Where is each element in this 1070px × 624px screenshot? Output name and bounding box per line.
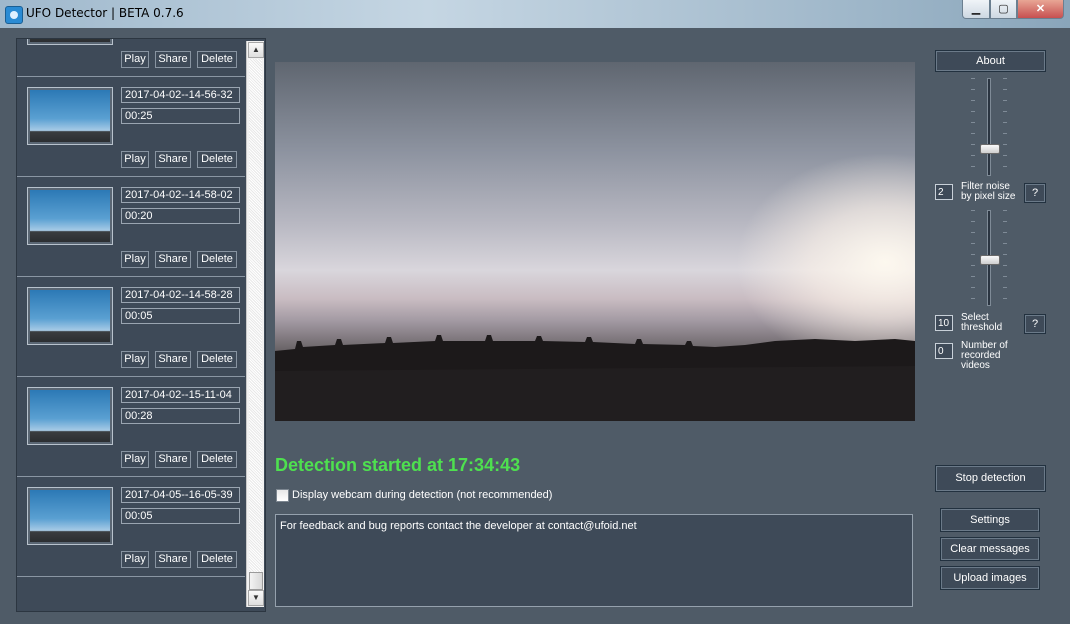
filter-noise-help-button[interactable]: ? bbox=[1024, 183, 1046, 203]
recording-thumbnail[interactable] bbox=[27, 39, 113, 45]
delete-button[interactable]: Delete bbox=[197, 51, 237, 68]
recorded-label-line2: videos bbox=[961, 360, 990, 371]
recording-timestamp: 2017-04-02--14-58-02 bbox=[121, 187, 240, 203]
title-bar: UFO Detector | BETA 0.7.6 ▁ ▢ ✕ bbox=[0, 0, 1070, 28]
slider-ticks bbox=[1003, 78, 1007, 176]
settings-button[interactable]: Settings bbox=[940, 508, 1040, 532]
recording-timestamp: 2017-04-05--16-05-39 bbox=[121, 487, 240, 503]
delete-button[interactable]: Delete bbox=[197, 351, 237, 368]
webcam-preview bbox=[275, 62, 915, 421]
play-button[interactable]: Play bbox=[121, 151, 149, 168]
thumbnail-image bbox=[30, 490, 110, 542]
app-icon bbox=[5, 6, 23, 24]
thumbnail-image bbox=[30, 39, 110, 42]
scroll-track[interactable] bbox=[249, 59, 262, 589]
delete-button[interactable]: Delete bbox=[197, 551, 237, 568]
play-button[interactable]: Play bbox=[121, 451, 149, 468]
filter-noise-value: 2 bbox=[935, 184, 953, 200]
share-button[interactable]: Share bbox=[155, 551, 191, 568]
thumbnail-image bbox=[30, 290, 110, 342]
clear-messages-button[interactable]: Clear messages bbox=[940, 537, 1040, 561]
recording-thumbnail[interactable] bbox=[27, 87, 113, 145]
window-title: UFO Detector | BETA 0.7.6 bbox=[26, 6, 184, 20]
recording-item: 2017-04-02--14-58-02 00:20 Play Share Delete bbox=[17, 177, 245, 277]
recording-thumbnail[interactable] bbox=[27, 287, 113, 345]
slider-track[interactable] bbox=[987, 78, 991, 176]
webcam-checkbox-label[interactable]: Display webcam during detection (not rec… bbox=[292, 489, 552, 501]
play-button[interactable]: Play bbox=[121, 351, 149, 368]
slider-ticks bbox=[971, 210, 975, 306]
recording-item: 2017-04-05--16-05-39 00:05 Play Share Delete bbox=[17, 477, 245, 577]
filter-noise-slider[interactable] bbox=[969, 78, 1009, 176]
recording-item: 2017-04-02--15-11-04 00:28 Play Share Delete bbox=[17, 377, 245, 477]
slider-handle[interactable] bbox=[980, 255, 1000, 265]
share-button[interactable]: Share bbox=[155, 451, 191, 468]
window-controls: ▁ ▢ ✕ bbox=[962, 0, 1064, 20]
delete-button[interactable]: Delete bbox=[197, 251, 237, 268]
maximize-button[interactable]: ▢ bbox=[990, 0, 1017, 19]
webcam-checkbox[interactable] bbox=[276, 489, 289, 502]
preview-skyline bbox=[275, 335, 915, 421]
recorded-count-value: 0 bbox=[935, 343, 953, 359]
recordings-panel: 00:09PlayShareDelete2017-04-02--14-56-32… bbox=[16, 38, 266, 612]
upload-images-button[interactable]: Upload images bbox=[940, 566, 1040, 590]
recording-thumbnail[interactable] bbox=[27, 487, 113, 545]
recording-duration: 00:25 bbox=[121, 108, 240, 124]
share-button[interactable]: Share bbox=[155, 351, 191, 368]
messages-box[interactable]: For feedback and bug reports contact the… bbox=[275, 514, 913, 607]
close-button[interactable]: ✕ bbox=[1017, 0, 1064, 19]
share-button[interactable]: Share bbox=[155, 251, 191, 268]
play-button[interactable]: Play bbox=[121, 551, 149, 568]
recordings-list: 00:09PlayShareDelete2017-04-02--14-56-32… bbox=[17, 39, 245, 577]
recording-timestamp: 2017-04-02--14-58-28 bbox=[121, 287, 240, 303]
play-button[interactable]: Play bbox=[121, 251, 149, 268]
app-window: UFO Detector | BETA 0.7.6 ▁ ▢ ✕ 00:09Pla… bbox=[0, 0, 1070, 624]
slider-handle[interactable] bbox=[980, 144, 1000, 154]
recording-thumbnail[interactable] bbox=[27, 187, 113, 245]
stop-detection-button[interactable]: Stop detection bbox=[935, 465, 1046, 492]
play-button[interactable]: Play bbox=[121, 51, 149, 68]
slider-ticks bbox=[971, 78, 975, 176]
minimize-button[interactable]: ▁ bbox=[962, 0, 990, 19]
threshold-value: 10 bbox=[935, 315, 953, 331]
threshold-help-button[interactable]: ? bbox=[1024, 314, 1046, 334]
recording-timestamp: 2017-04-02--14-56-32 bbox=[121, 87, 240, 103]
recording-item: 2017-04-02--14-58-28 00:05 Play Share Delete bbox=[17, 277, 245, 377]
scroll-down-button[interactable]: ▼ bbox=[248, 590, 264, 606]
delete-button[interactable]: Delete bbox=[197, 151, 237, 168]
recording-duration: 00:20 bbox=[121, 208, 240, 224]
delete-button[interactable]: Delete bbox=[197, 451, 237, 468]
recordings-scrollbar[interactable]: ▲ ▼ bbox=[246, 41, 264, 607]
recording-duration: 00:05 bbox=[121, 508, 240, 524]
thumbnail-image bbox=[30, 390, 110, 442]
scroll-thumb[interactable] bbox=[249, 572, 263, 590]
recording-timestamp: 2017-04-02--15-11-04 bbox=[121, 387, 240, 403]
recording-duration: 00:28 bbox=[121, 408, 240, 424]
recording-thumbnail[interactable] bbox=[27, 387, 113, 445]
recording-item: 00:09PlayShareDelete bbox=[17, 39, 245, 77]
thumbnail-image bbox=[30, 90, 110, 142]
detection-status: Detection started at 17:34:43 bbox=[275, 455, 521, 475]
threshold-slider[interactable] bbox=[969, 210, 1009, 306]
scroll-up-button[interactable]: ▲ bbox=[248, 42, 264, 58]
share-button[interactable]: Share bbox=[155, 151, 191, 168]
recording-duration: 00:05 bbox=[121, 308, 240, 324]
recorded-count-label: Number of recorded videos bbox=[961, 341, 1047, 371]
recorded-label-line1: Number of recorded bbox=[961, 340, 1008, 361]
thumbnail-image bbox=[30, 190, 110, 242]
about-button[interactable]: About bbox=[935, 50, 1046, 72]
slider-ticks bbox=[1003, 210, 1007, 306]
share-button[interactable]: Share bbox=[155, 51, 191, 68]
recording-item: 2017-04-02--14-56-32 00:25 Play Share Delete bbox=[17, 77, 245, 177]
